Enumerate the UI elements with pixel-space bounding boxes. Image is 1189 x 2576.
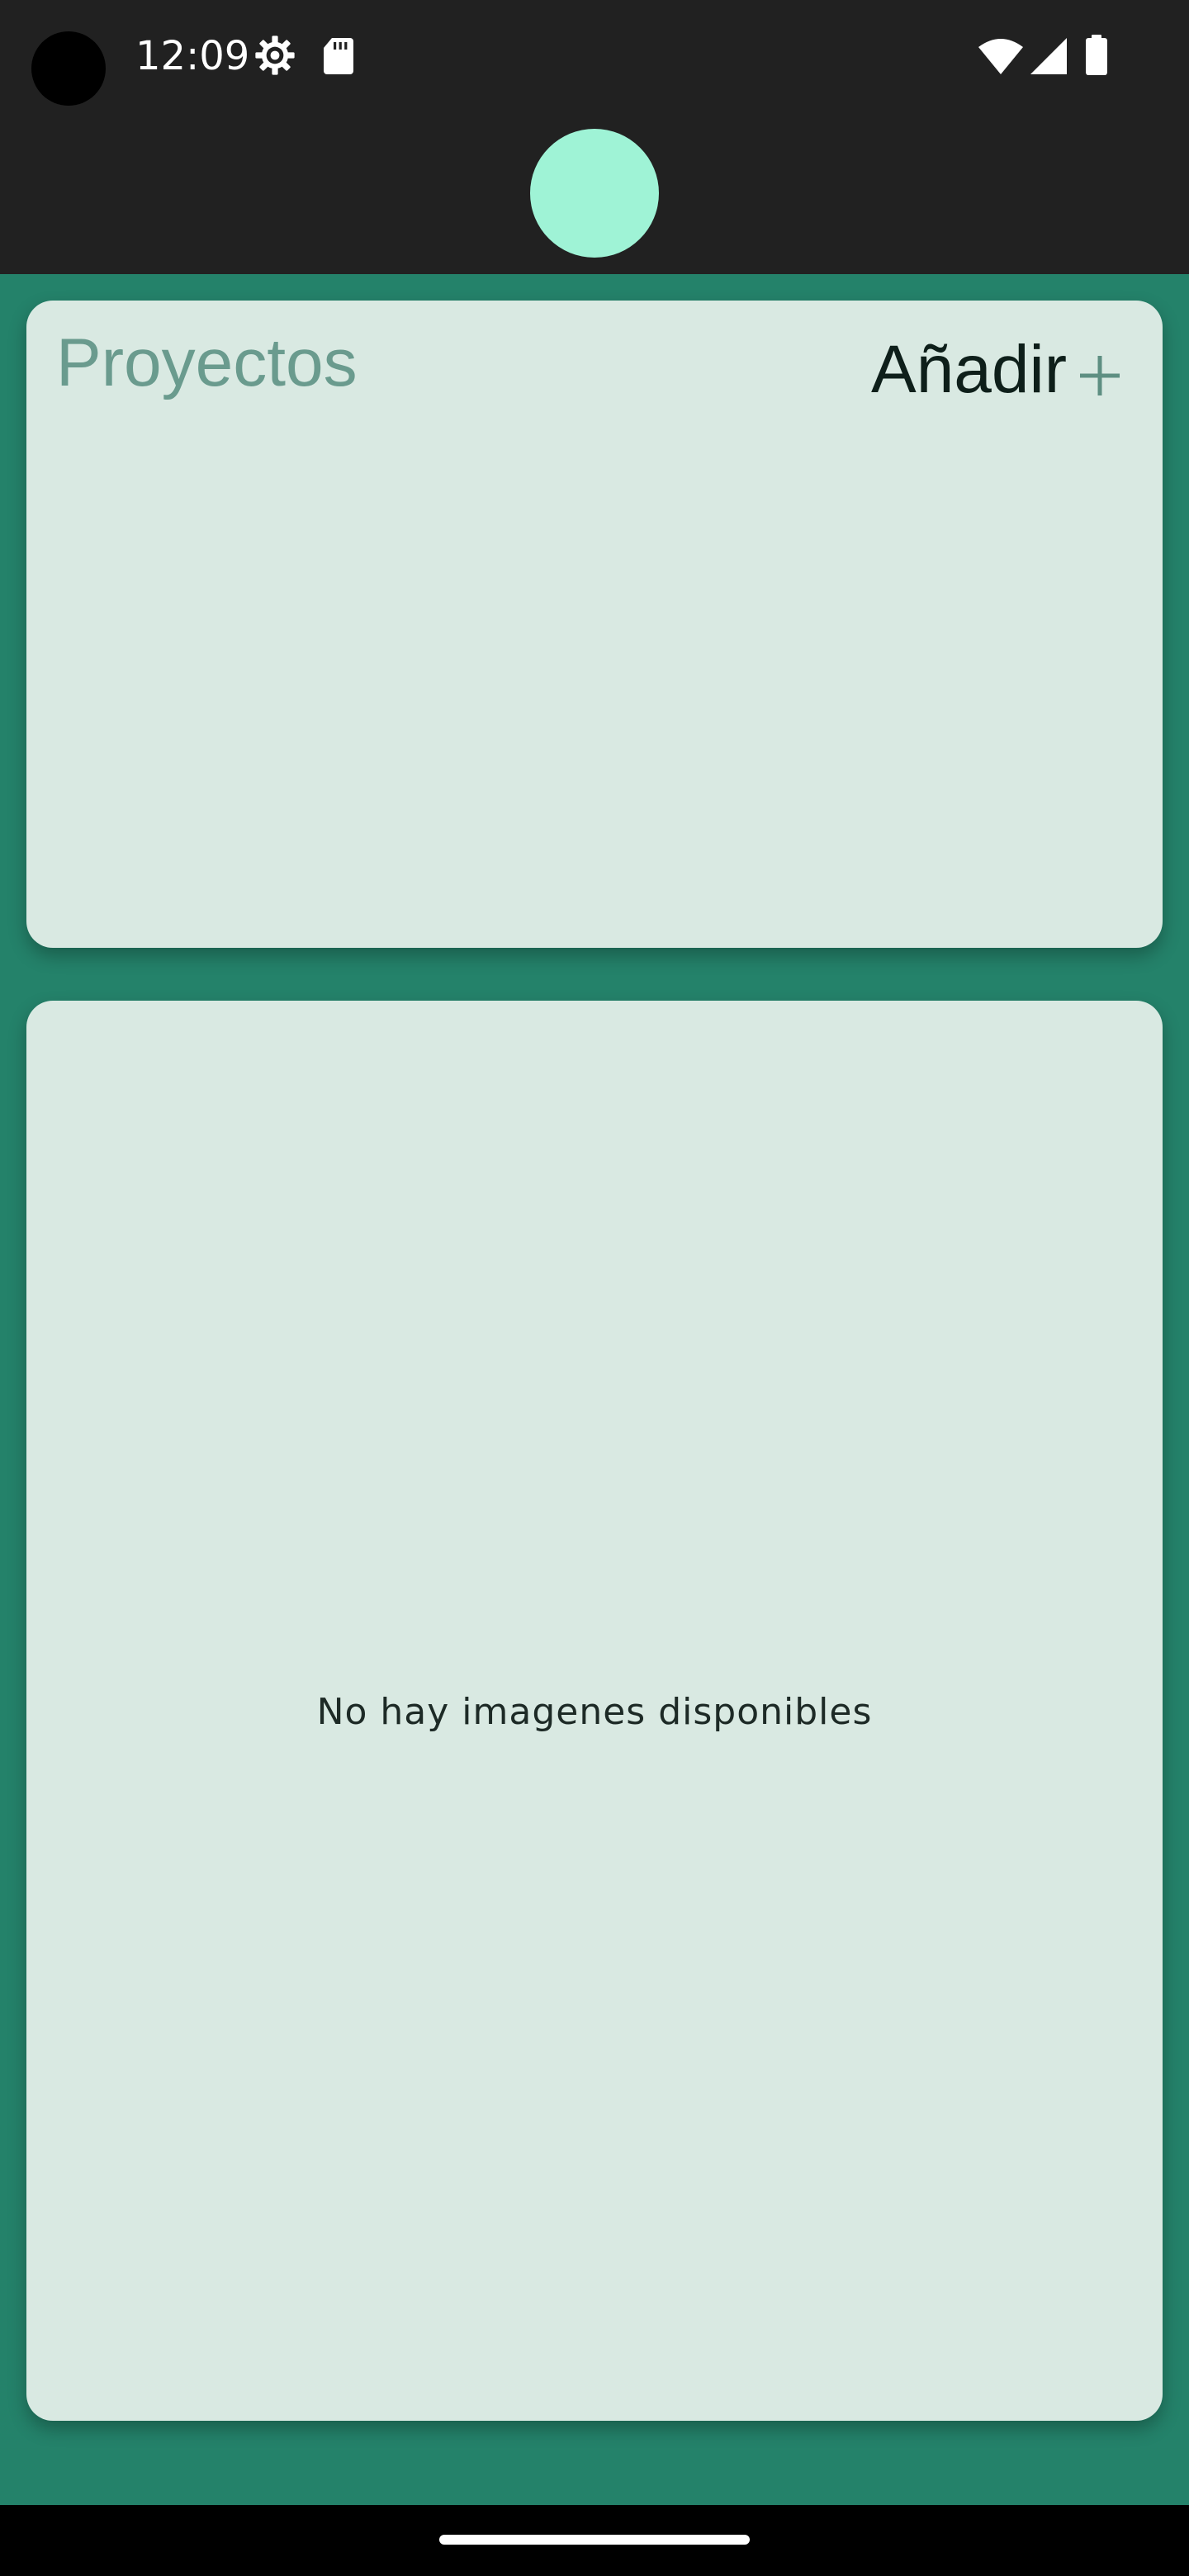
wifi-icon: [978, 36, 1024, 80]
status-bar: 12:09: [0, 0, 1189, 109]
battery-icon: [1085, 35, 1108, 80]
avatar[interactable]: [530, 129, 659, 258]
plus-icon: [1077, 353, 1123, 399]
home-indicator[interactable]: [439, 2535, 750, 2545]
projects-card: Proyectos Añadir: [26, 301, 1163, 948]
projects-title: Proyectos: [56, 325, 358, 400]
cellular-signal-icon: [1029, 36, 1068, 80]
add-project-button[interactable]: Añadir: [871, 329, 1123, 411]
empty-images-message: No hay imagenes disponibles: [316, 1691, 873, 1733]
settings-gear-icon: [253, 33, 297, 82]
status-time: 12:09: [135, 33, 250, 79]
navigation-bar: [0, 2505, 1189, 2576]
add-button-label: Añadir: [870, 332, 1067, 407]
images-card: No hay imagenes disponibles: [26, 1001, 1163, 2421]
sd-card-icon: [322, 36, 355, 80]
camera-cutout: [31, 31, 106, 106]
